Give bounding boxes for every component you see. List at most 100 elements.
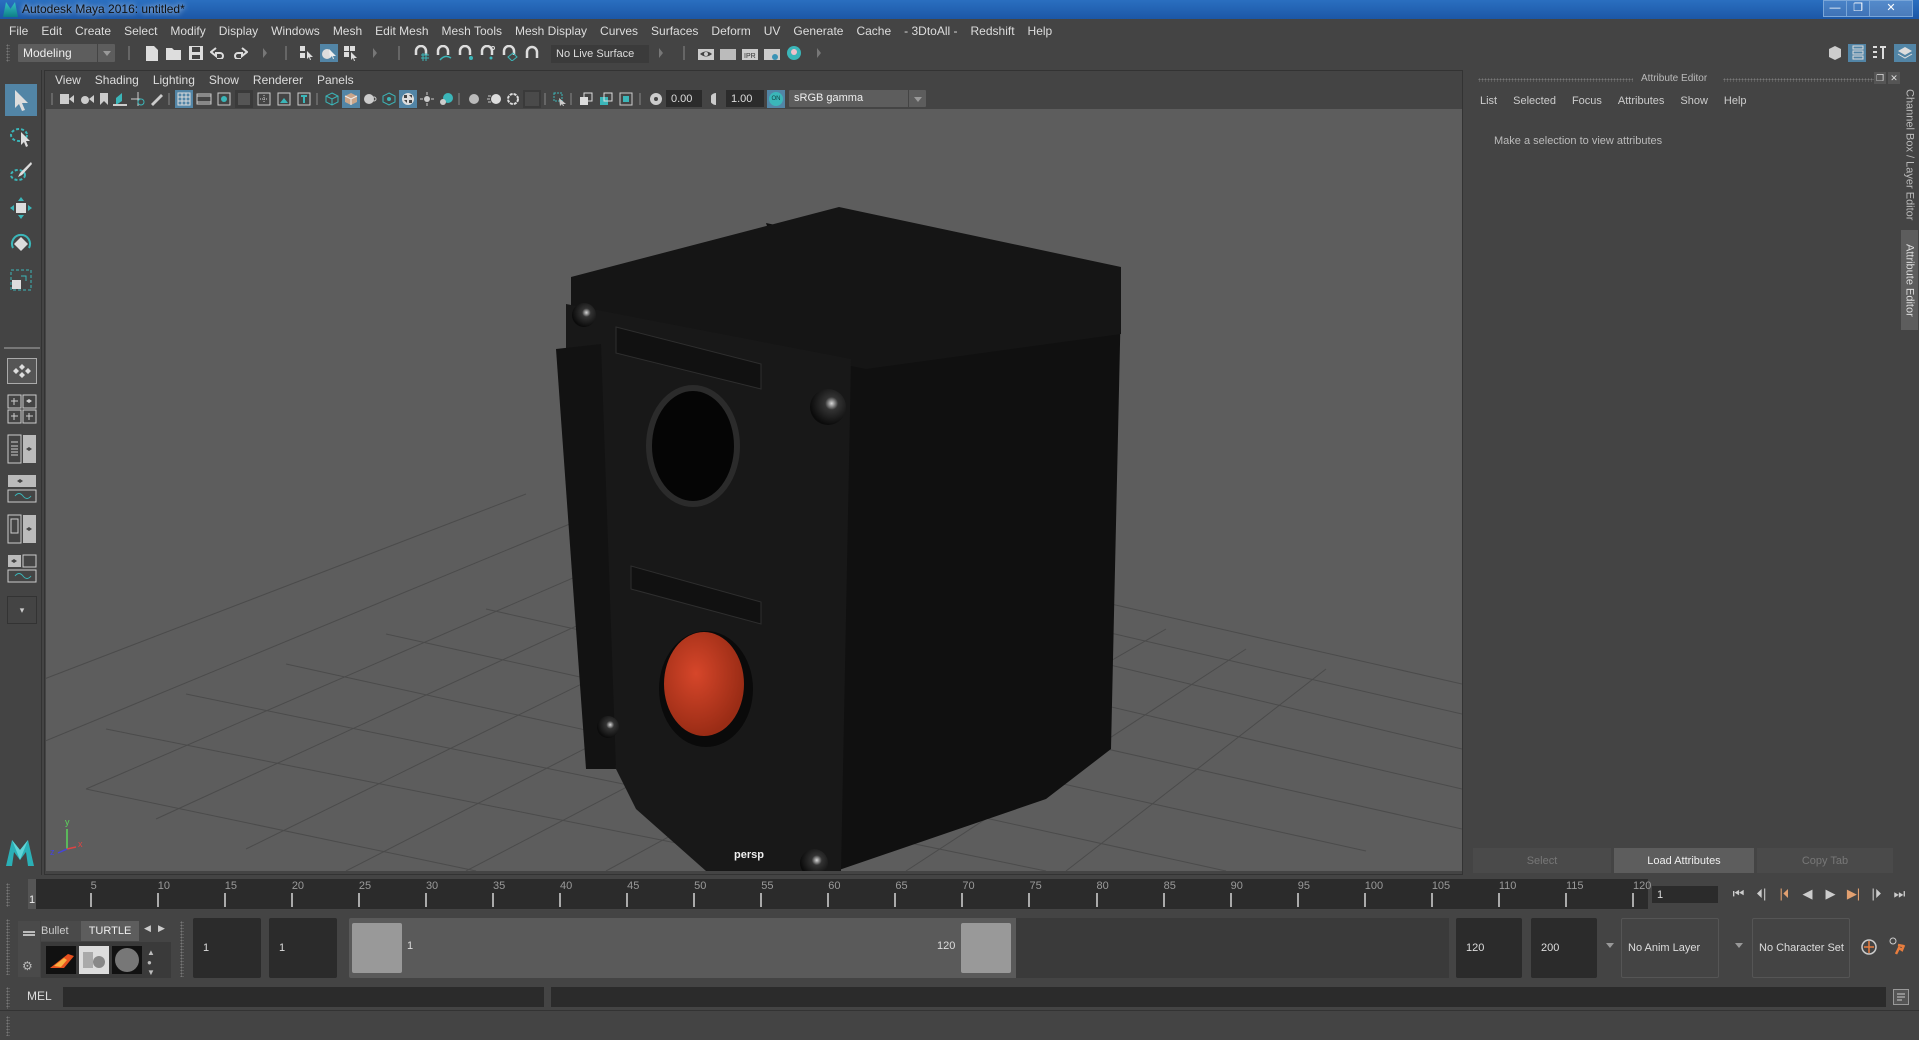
minimize-button[interactable]: — [1823,0,1847,17]
attr-menu-list[interactable]: List [1480,95,1497,107]
move-tool-icon[interactable] [5,192,37,224]
collapse-arrow-icon[interactable] [817,48,821,58]
menu-set-dropdown[interactable]: Modeling [18,44,115,62]
exposure-field[interactable]: 0.00 [666,90,702,107]
attr-menu-focus[interactable]: Focus [1572,95,1602,107]
menu-select[interactable]: Select [124,24,157,38]
select-by-hierarchy-icon[interactable] [298,44,316,62]
xray-active-components-icon[interactable] [597,90,615,108]
menu-mesh[interactable]: Mesh [333,24,362,38]
shelf-render-scene-icon[interactable] [79,946,109,974]
viewport-menu-renderer[interactable]: Renderer [253,73,303,89]
shelf-menu-icon[interactable] [23,931,35,933]
menu-file[interactable]: File [9,24,28,38]
hypershade-icon[interactable] [785,44,803,62]
close-panel-icon[interactable]: ✕ [1888,72,1900,84]
range-start-handle[interactable] [352,923,402,973]
render-view-icon[interactable] [697,44,715,62]
menu-display[interactable]: Display [219,24,258,38]
channel-box-toggle-icon[interactable] [1894,44,1916,62]
gamma-icon[interactable] [707,90,725,108]
menu-uv[interactable]: UV [764,24,781,38]
range-end-handle[interactable] [961,923,1011,973]
gamma-field[interactable]: 1.00 [726,90,764,107]
render-settings-icon[interactable] [763,44,781,62]
ambient-occlusion-icon[interactable] [465,90,483,108]
drag-handle[interactable] [6,1016,10,1036]
playback-start-field[interactable]: 1 [269,918,337,978]
snap-to-curve-icon[interactable] [435,44,453,62]
smooth-shade-icon[interactable] [342,90,360,108]
animation-preferences-icon[interactable] [1888,936,1908,956]
collapse-arrow-icon[interactable] [659,48,663,58]
chevron-down-icon[interactable] [1735,943,1743,948]
drag-handle[interactable] [180,921,184,977]
snap-to-grid-icon[interactable] [413,44,431,62]
make-live-icon[interactable] [523,44,541,62]
depth-of-field-icon[interactable] [523,90,541,108]
play-backward-icon[interactable]: ◀ [1796,883,1819,905]
auto-key-icon[interactable] [1860,938,1878,956]
render-current-frame-icon[interactable] [719,44,737,62]
collapse-arrow-icon[interactable] [263,48,267,58]
step-forward-frame-icon[interactable]: |⏵ [1865,883,1888,905]
drag-handle[interactable] [6,44,10,62]
safe-action-icon[interactable] [275,90,293,108]
lasso-tool-icon[interactable] [5,120,37,152]
grid-toggle-icon[interactable] [175,90,193,108]
load-attributes-button[interactable]: Load Attributes [1614,848,1754,873]
wireframe-icon[interactable] [323,90,341,108]
select-tool-icon[interactable] [5,84,37,116]
color-management-toggle[interactable]: ON [767,90,785,108]
drag-handle[interactable] [6,919,10,975]
3d-viewport[interactable]: y x z persp [46,109,1462,871]
xray-icon[interactable] [437,90,455,108]
go-to-end-icon[interactable]: ⏭ [1888,883,1911,905]
menu-deform[interactable]: Deform [711,24,750,38]
single-perspective-layout-icon[interactable] [7,358,37,384]
use-all-lights-icon[interactable] [399,90,417,108]
animation-end-field[interactable]: 200 [1531,918,1597,978]
paint-select-tool-icon[interactable] [5,156,37,188]
2d-pan-zoom-icon[interactable] [129,90,147,108]
shelf-fire-icon[interactable] [46,946,76,974]
shelf-tab-turtle[interactable]: TURTLE [81,921,139,941]
modeling-toolkit-icon[interactable] [1826,44,1844,62]
maximize-button[interactable]: ❐ [1846,0,1870,17]
viewport-menu-shading[interactable]: Shading [95,73,139,89]
go-to-start-icon[interactable]: ⏮ [1727,883,1750,905]
collapse-arrow-icon[interactable] [373,48,377,58]
copy-tab-button[interactable]: Copy Tab [1757,848,1893,873]
more-layouts-icon[interactable]: ▾ [7,596,37,624]
close-button[interactable]: ✕ [1869,0,1913,17]
step-forward-key-icon[interactable]: ▶| [1842,883,1865,905]
motion-blur-icon[interactable] [485,90,503,108]
attr-menu-selected[interactable]: Selected [1513,95,1556,107]
step-back-key-icon[interactable]: |⏴ [1773,883,1796,905]
play-forward-icon[interactable]: ▶ [1819,883,1842,905]
range-slider-track[interactable]: 1 120 [349,918,1449,978]
menu-surfaces[interactable]: Surfaces [651,24,698,38]
menu-3dtoall[interactable]: - 3DtoAll - [904,24,957,38]
shelf-sphere-icon[interactable] [112,946,142,974]
panel-drag-handle[interactable] [1723,78,1883,82]
anti-aliasing-icon[interactable] [504,90,522,108]
tab-attribute-editor[interactable]: Attribute Editor [1901,230,1918,330]
persp-graph-hypershade-layout-icon[interactable] [7,554,37,584]
rotate-tool-icon[interactable] [5,228,37,260]
time-slider-track[interactable]: 1 5 10 15 20 25 30 35 40 45 50 55 60 65 70 75 80 85 90 95 1… [28,879,1651,909]
menu-edit-mesh[interactable]: Edit Mesh [375,24,428,38]
ipr-render-icon[interactable]: IPR [741,44,759,62]
anim-layer-dropdown[interactable]: No Anim Layer [1621,918,1719,978]
textured-icon[interactable] [380,90,398,108]
select-by-object-icon[interactable] [320,44,338,62]
menu-mesh-tools[interactable]: Mesh Tools [442,24,502,38]
select-by-component-icon[interactable] [342,44,360,62]
shelf-scroll-right-icon[interactable]: ▶ [158,923,165,934]
persp-outliner-layout-icon[interactable] [7,434,37,464]
drag-handle[interactable] [6,883,10,907]
shadows-icon[interactable] [418,90,436,108]
wireframe-on-shaded-icon[interactable] [361,90,379,108]
menu-cache[interactable]: Cache [856,24,891,38]
shelf-tab-bullet[interactable]: Bullet [41,921,81,941]
